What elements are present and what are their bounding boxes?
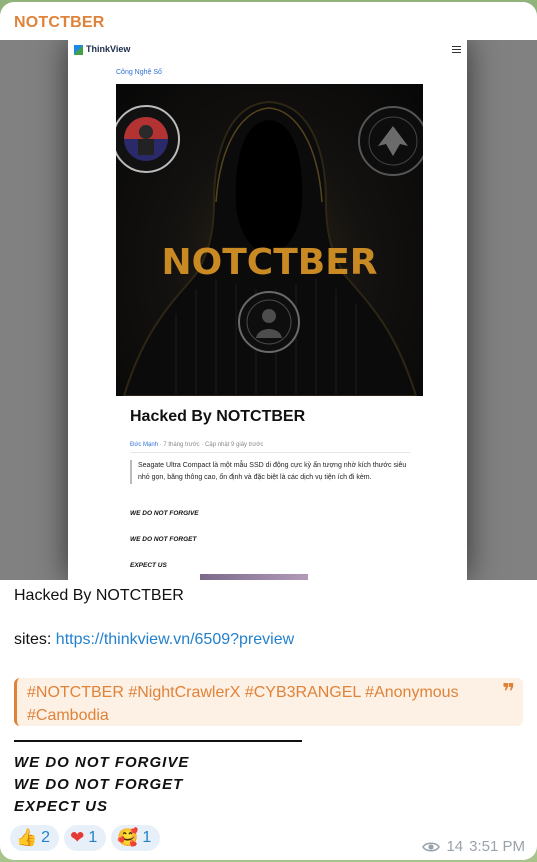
hamburger-menu-icon <box>452 46 461 53</box>
sites-line: sites: https://thinkview.vn/6509?preview <box>14 631 294 649</box>
article-updated: Cập nhật 9 giây trước <box>205 442 264 448</box>
cyb3r-angel-badge <box>358 106 423 176</box>
article-motto-line-1: WE DO NOT FORGIVE <box>130 510 199 517</box>
view-count: 14 <box>446 838 464 855</box>
hooded-figure-illustration <box>116 100 423 396</box>
article-published: 7 tháng trước <box>163 442 200 448</box>
eye-icon <box>422 841 441 852</box>
site-header: ThinkView <box>68 40 467 60</box>
reaction-count: 1 <box>142 829 152 846</box>
message-footer: 14 3:51 PM <box>422 838 525 855</box>
separator-line <box>14 740 302 742</box>
heart-icon: ❤ <box>70 828 85 848</box>
sites-link[interactable]: https://thinkview.vn/6509?preview <box>56 631 294 648</box>
quote-icon: ❞ <box>502 679 515 704</box>
meta-divider <box>130 452 410 453</box>
attached-photo[interactable]: ThinkView Công Nghệ Số NOTCTBER Hacked B… <box>0 40 537 580</box>
message-caption: Hacked By NOTCTBER <box>14 587 184 604</box>
reaction-thumbs-up[interactable]: 👍 2 <box>10 825 60 851</box>
thumbs-up-icon: 👍 <box>16 828 38 848</box>
message-time: 3:51 PM <box>469 838 525 855</box>
article-motto-line-3: EXPECT US <box>130 562 167 569</box>
reactions-bar: 👍 2 ❤ 1 🥰 1 <box>10 825 161 851</box>
article-summary: Seagate Ultra Compact là một mẫu SSD di … <box>130 460 410 484</box>
sites-label: sites: <box>14 631 56 648</box>
motto-line-1: WE DO NOT FORGIVE <box>14 754 190 771</box>
reaction-heart[interactable]: ❤ 1 <box>64 825 107 851</box>
article-motto-line-2: WE DO NOT FORGET <box>130 536 197 543</box>
reaction-smiling-hearts[interactable]: 🥰 1 <box>111 825 161 851</box>
article-category: Công Nghệ Số <box>116 69 162 76</box>
reaction-count: 2 <box>41 829 51 846</box>
article-meta: Đức Mạnh · 7 tháng trước · Cập nhật 9 gi… <box>130 442 264 448</box>
hashtag-quote: #NOTCTBER #NightCrawlerX #CYB3RANGEL #An… <box>14 678 523 726</box>
article-title: Hacked By NOTCTBER <box>130 408 306 425</box>
sender-name[interactable]: NOTCTBER <box>14 14 104 32</box>
article-author: Đức Mạnh <box>130 442 159 448</box>
reaction-count: 1 <box>88 829 98 846</box>
website-screenshot: ThinkView Công Nghệ Số NOTCTBER Hacked B… <box>68 40 467 580</box>
hashtags[interactable]: #NOTCTBER #NightCrawlerX #CYB3RANGEL #An… <box>27 684 459 724</box>
site-name: ThinkView <box>86 44 131 54</box>
motto-line-3: EXPECT US <box>14 798 109 815</box>
motto-line-2: WE DO NOT FORGET <box>14 776 184 793</box>
article-inline-image <box>200 574 308 580</box>
smiling-face-hearts-icon: 🥰 <box>117 828 139 848</box>
hero-image: NOTCTBER <box>116 84 423 396</box>
cambodia-xploit-badge <box>116 105 180 173</box>
hero-headline: NOTCTBER <box>161 242 378 283</box>
thinkview-logo-icon <box>74 45 83 55</box>
message-bubble: NOTCTBER ThinkView Công Nghệ Số NOTCTBER… <box>0 2 537 860</box>
